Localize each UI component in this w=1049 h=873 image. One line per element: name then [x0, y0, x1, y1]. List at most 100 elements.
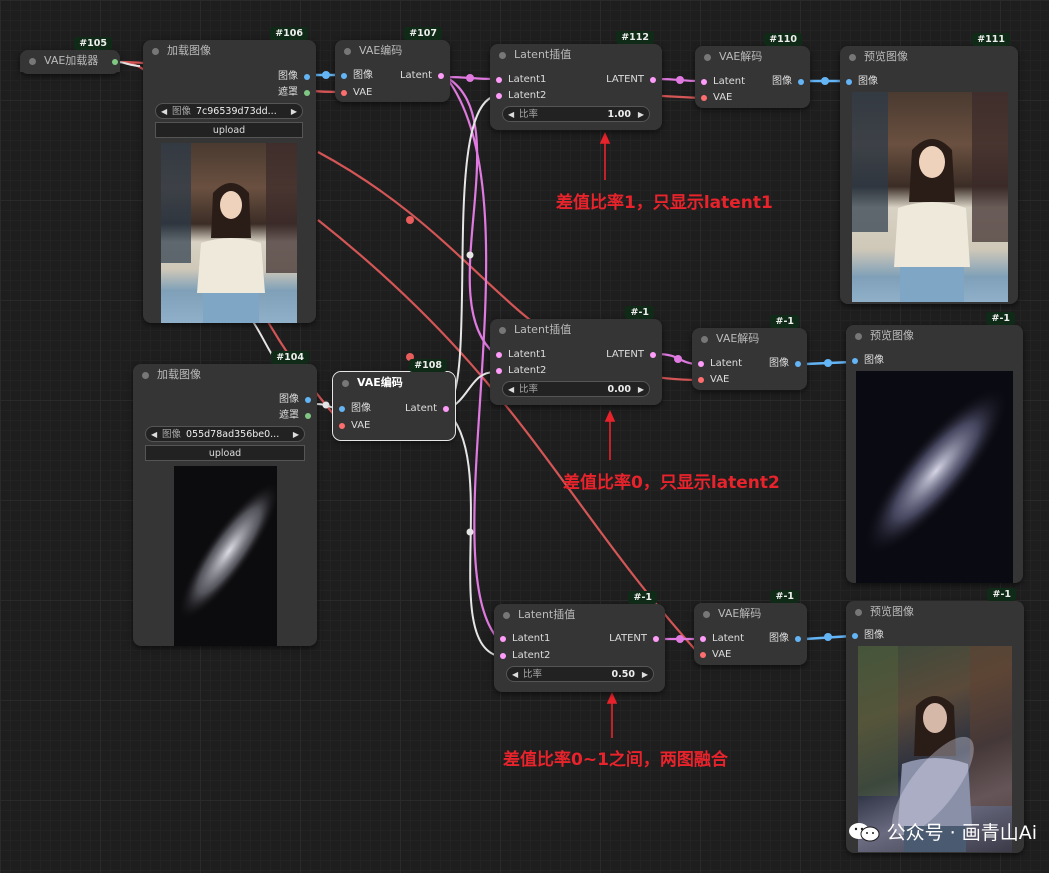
input-vae[interactable]: VAE	[701, 91, 732, 105]
arrow-right-icon[interactable]: ▶	[638, 382, 644, 398]
upload-button[interactable]: upload	[145, 445, 305, 461]
port-dot[interactable]	[341, 90, 347, 96]
node-title: 预览图像	[840, 46, 1018, 68]
port-dot[interactable]	[438, 73, 444, 79]
port-dot[interactable]	[304, 90, 310, 96]
node-load-image-106[interactable]: #106 加载图像 图像 遮罩 ◀ 图像 7c96539d73dd... ▶ u…	[143, 27, 316, 323]
port-dot[interactable]	[305, 413, 311, 419]
output-latent[interactable]: Latent	[400, 69, 444, 83]
node-preview-111[interactable]: #111 预览图像 图像	[840, 33, 1018, 304]
node-load-image-104[interactable]: #104 加载图像 图像 遮罩 ◀ 图像 055d78ad356be0... ▶…	[133, 351, 317, 646]
ratio-slider[interactable]: ◀ 比率 0.00 ▶	[502, 381, 650, 397]
input-latent1[interactable]: Latent1	[496, 348, 546, 362]
output-mask[interactable]: 遮罩	[278, 86, 310, 100]
port-dot[interactable]	[701, 79, 707, 85]
output-latent[interactable]: Latent	[405, 402, 449, 416]
node-id-badge: #-1	[770, 590, 799, 603]
input-image[interactable]: 图像	[341, 69, 373, 83]
node-preview-3[interactable]: #-1 预览图像 图像	[846, 588, 1024, 853]
arrow-left-icon[interactable]: ◀	[508, 107, 514, 123]
output-image[interactable]: 图像	[769, 357, 801, 371]
port-dot[interactable]	[700, 636, 706, 642]
node-latent-interp-3[interactable]: #-1 Latent插值 Latent1 Latent2 LATENT ◀ 比率…	[494, 591, 665, 692]
node-title: Latent插值	[490, 44, 662, 66]
input-image[interactable]: 图像	[846, 75, 878, 89]
image-select[interactable]: ◀ 图像 055d78ad356be0... ▶	[145, 426, 305, 442]
output-image[interactable]: 图像	[279, 393, 311, 407]
image-select[interactable]: ◀ 图像 7c96539d73dd... ▶	[155, 103, 303, 119]
port-dot[interactable]	[496, 77, 502, 83]
port-dot[interactable]	[798, 79, 804, 85]
port-dot[interactable]	[496, 352, 502, 358]
arrow-left-icon[interactable]: ◀	[161, 104, 167, 120]
input-latent2[interactable]: Latent2	[500, 649, 550, 663]
output-latent[interactable]: LATENT	[609, 632, 659, 646]
output-latent[interactable]: LATENT	[606, 348, 656, 362]
port-dot[interactable]	[650, 77, 656, 83]
port-dot[interactable]	[700, 652, 706, 658]
input-image[interactable]: 图像	[339, 402, 371, 416]
port-dot[interactable]	[701, 95, 707, 101]
input-latent[interactable]: Latent	[701, 75, 745, 89]
port-dot[interactable]	[341, 73, 347, 79]
input-latent[interactable]: Latent	[698, 357, 742, 371]
port-dot[interactable]	[852, 633, 858, 639]
input-latent2[interactable]: Latent2	[496, 364, 546, 378]
node-vae-decode-2[interactable]: #-1 VAE解码 Latent VAE 图像	[692, 315, 807, 390]
port-dot[interactable]	[698, 377, 704, 383]
node-preview-2[interactable]: #-1 预览图像 图像	[846, 312, 1023, 583]
input-latent1[interactable]: Latent1	[496, 73, 546, 87]
ratio-slider[interactable]: ◀ 比率 1.00 ▶	[502, 106, 650, 122]
node-vae-encode-108[interactable]: #108 VAE编码 图像 VAE Latent	[332, 359, 456, 441]
input-vae[interactable]: VAE	[339, 419, 370, 433]
node-vae-decode-110[interactable]: #110 VAE解码 Latent VAE 图像	[695, 33, 810, 108]
input-latent[interactable]: Latent	[700, 632, 744, 646]
input-image[interactable]: 图像	[852, 629, 884, 643]
ratio-slider[interactable]: ◀ 比率 0.50 ▶	[506, 666, 654, 682]
port-dot[interactable]	[305, 397, 311, 403]
input-latent2[interactable]: Latent2	[496, 89, 546, 103]
port-dot[interactable]	[852, 358, 858, 364]
port-dot[interactable]	[496, 93, 502, 99]
arrow-left-icon[interactable]: ◀	[151, 427, 157, 443]
node-vae-loader[interactable]: #105 VAE加载器	[20, 37, 120, 74]
port-dot[interactable]	[496, 368, 502, 374]
arrow-right-icon[interactable]: ▶	[291, 104, 297, 120]
node-latent-interp-2[interactable]: #-1 Latent插值 Latent1 Latent2 LATENT ◀ 比率…	[490, 306, 662, 405]
node-id-badge: #-1	[987, 588, 1016, 601]
port-dot[interactable]	[443, 406, 449, 412]
port-dot[interactable]	[698, 361, 704, 367]
port-dot[interactable]	[650, 352, 656, 358]
arrow-left-icon[interactable]: ◀	[512, 667, 518, 683]
output-image[interactable]: 图像	[772, 75, 804, 89]
node-vae-encode-107[interactable]: #107 VAE编码 图像 VAE Latent	[335, 27, 450, 102]
input-vae[interactable]: VAE	[341, 86, 372, 100]
port-dot[interactable]	[304, 74, 310, 80]
arrow-right-icon[interactable]: ▶	[293, 427, 299, 443]
output-image[interactable]: 图像	[769, 632, 801, 646]
port-dot[interactable]	[339, 406, 345, 412]
port-dot[interactable]	[339, 423, 345, 429]
node-vae-decode-3[interactable]: #-1 VAE解码 Latent VAE 图像	[694, 590, 807, 665]
input-vae[interactable]: VAE	[698, 373, 729, 387]
port-dot[interactable]	[795, 361, 801, 367]
upload-button[interactable]: upload	[155, 122, 303, 138]
input-vae[interactable]: VAE	[700, 648, 731, 662]
arrow-left-icon[interactable]: ◀	[508, 382, 514, 398]
port-dot[interactable]	[653, 636, 659, 642]
output-latent[interactable]: LATENT	[606, 73, 656, 87]
output-mask[interactable]: 遮罩	[279, 409, 311, 423]
node-title: 预览图像	[846, 601, 1024, 623]
input-image[interactable]: 图像	[852, 354, 884, 368]
port-dot[interactable]	[795, 636, 801, 642]
port-dot[interactable]	[500, 636, 506, 642]
node-title: VAE解码	[692, 328, 807, 350]
vae-output-dot[interactable]	[112, 59, 118, 65]
node-latent-interp-112[interactable]: #112 Latent插值 Latent1 Latent2 LATENT ◀ 比…	[490, 31, 662, 130]
port-dot[interactable]	[846, 79, 852, 85]
port-dot[interactable]	[500, 653, 506, 659]
arrow-right-icon[interactable]: ▶	[638, 107, 644, 123]
output-image[interactable]: 图像	[278, 70, 310, 84]
input-latent1[interactable]: Latent1	[500, 632, 550, 646]
arrow-right-icon[interactable]: ▶	[642, 667, 648, 683]
